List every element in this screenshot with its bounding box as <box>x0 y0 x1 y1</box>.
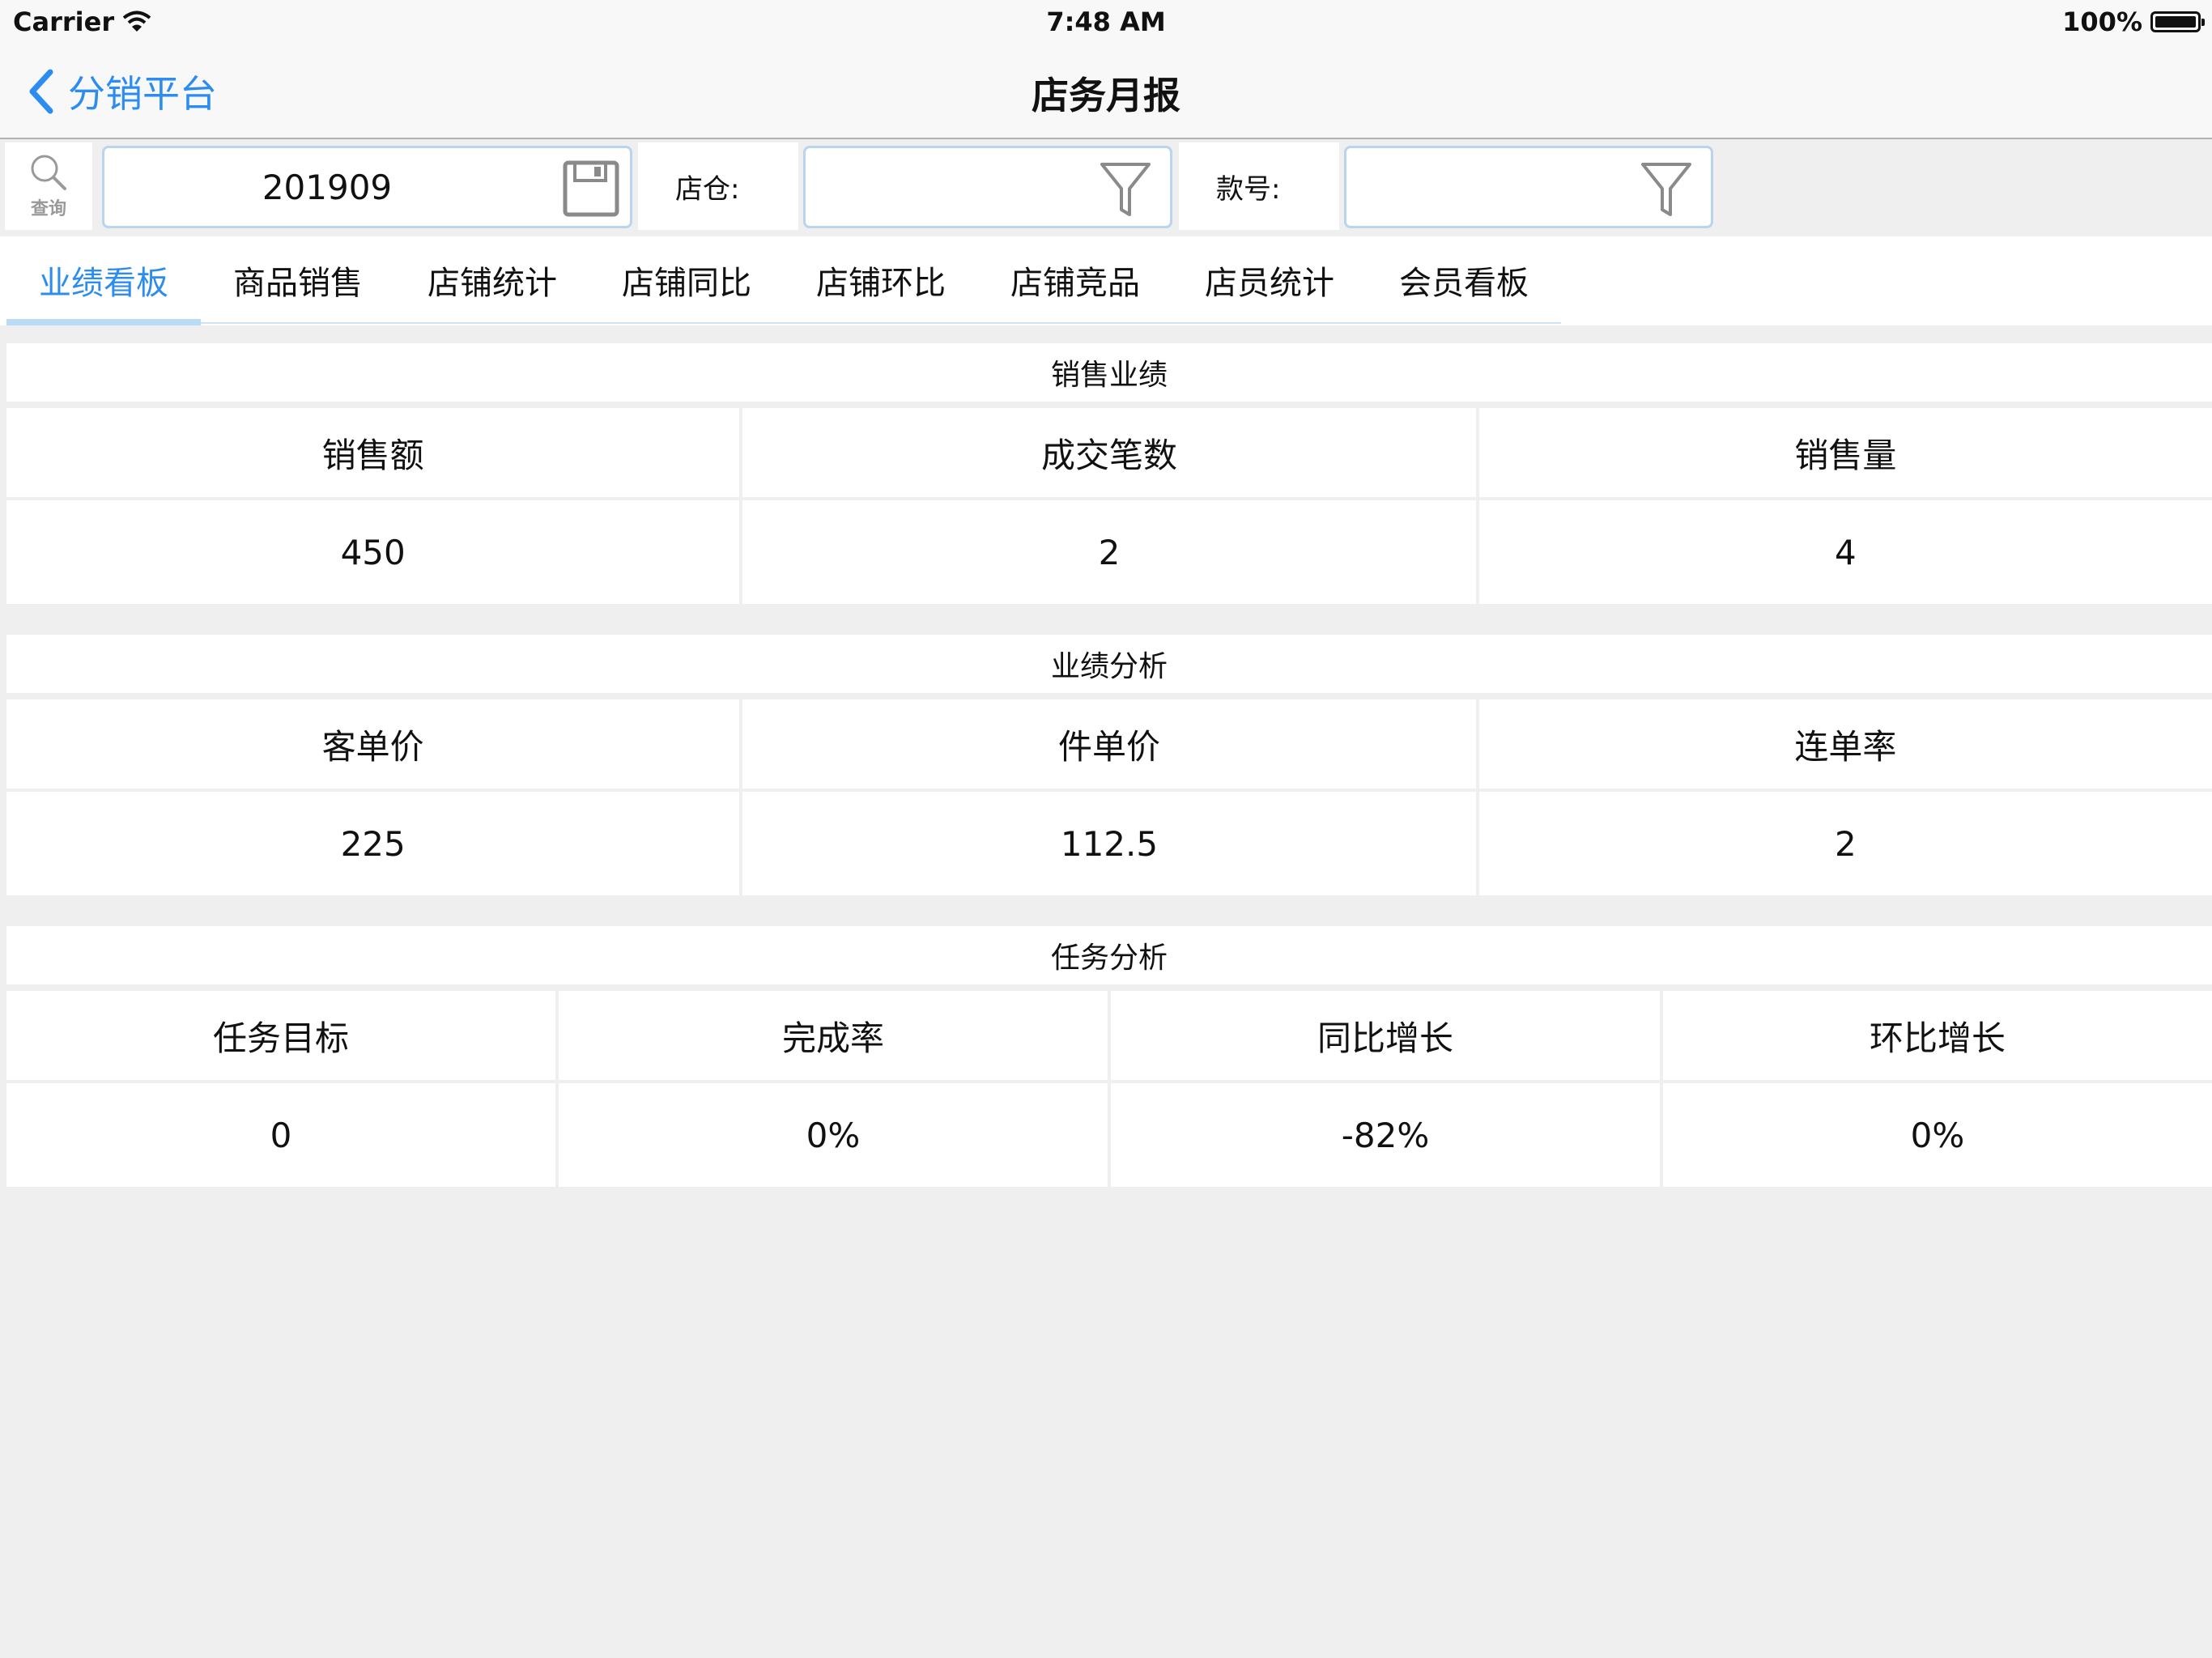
section-title: 销售业绩 <box>6 343 2212 402</box>
sales-performance-section: 销售业绩 销售额 成交笔数 销售量 450 2 4 <box>6 343 2212 610</box>
value-row: 450 2 4 <box>6 500 2212 604</box>
header-row: 任务目标 完成率 同比增长 环比增长 <box>6 991 2212 1080</box>
header-cell: 完成率 <box>559 991 1108 1080</box>
tab-performance-board[interactable]: 业绩看板 <box>6 236 201 325</box>
battery-indicator: 100% <box>2062 6 2205 37</box>
header-cell: 销售额 <box>6 408 740 497</box>
tab-store-yoy[interactable]: 店铺同比 <box>589 236 784 324</box>
tab-store-mom[interactable]: 店铺环比 <box>784 236 978 324</box>
query-button[interactable]: 查询 <box>5 142 92 230</box>
store-label: 店仓: <box>638 142 798 230</box>
status-bar: Carrier 7:48 AM 100% <box>0 0 2212 45</box>
header-cell: 任务目标 <box>6 991 555 1080</box>
tab-store-competitors[interactable]: 店铺竞品 <box>978 236 1172 324</box>
tab-store-statistics[interactable]: 店铺统计 <box>395 236 589 324</box>
value-cell: 4 <box>1478 500 2212 604</box>
header-cell: 客单价 <box>6 699 740 789</box>
value-cell: 0% <box>1663 1083 2212 1187</box>
status-time: 7:48 AM <box>1046 6 1166 37</box>
value-row: 225 112.5 2 <box>6 792 2212 895</box>
battery-percent: 100% <box>2062 6 2142 37</box>
tab-staff-statistics[interactable]: 店员统计 <box>1172 236 1367 324</box>
value-cell: 225 <box>6 792 740 895</box>
header-cell: 件单价 <box>742 699 1476 789</box>
navigation-bar: 分销平台 店务月报 <box>0 45 2212 139</box>
value-cell: 2 <box>1478 792 2212 895</box>
value-cell: 0% <box>559 1083 1108 1187</box>
value-cell: 2 <box>742 500 1476 604</box>
section-title: 任务分析 <box>6 926 2212 984</box>
date-field[interactable]: 201909 <box>102 146 632 228</box>
save-icon[interactable] <box>562 159 620 218</box>
search-icon <box>31 155 66 190</box>
task-analysis-section: 任务分析 任务目标 完成率 同比增长 环比增长 0 0% -82% 0% <box>6 926 2212 1193</box>
filter-icon[interactable] <box>1640 159 1693 218</box>
filter-icon[interactable] <box>1099 159 1152 218</box>
header-row: 客单价 件单价 连单率 <box>6 699 2212 789</box>
header-row: 销售额 成交笔数 销售量 <box>6 408 2212 497</box>
page-title: 店务月报 <box>1032 74 1180 117</box>
store-filter-input[interactable] <box>803 146 1172 228</box>
value-row: 0 0% -82% 0% <box>6 1083 2212 1187</box>
style-label: 款号: <box>1179 142 1339 230</box>
value-cell: 112.5 <box>742 792 1476 895</box>
date-value: 201909 <box>262 168 393 207</box>
header-cell: 连单率 <box>1478 699 2212 789</box>
header-cell: 环比增长 <box>1663 991 2212 1080</box>
tab-member-board[interactable]: 会员看板 <box>1367 236 1561 324</box>
battery-icon <box>2150 11 2205 32</box>
header-cell: 销售量 <box>1478 408 2212 497</box>
tab-list: 业绩看板 商品销售 店铺统计 店铺同比 店铺环比 店铺竞品 店员统计 会员看板 <box>6 236 1561 325</box>
value-cell: 450 <box>6 500 740 604</box>
value-cell: -82% <box>1111 1083 1660 1187</box>
performance-analysis-section: 业绩分析 客单价 件单价 连单率 225 112.5 2 <box>6 635 2212 902</box>
header-cell: 同比增长 <box>1111 991 1660 1080</box>
value-cell: 0 <box>6 1083 555 1187</box>
header-cell: 成交笔数 <box>742 408 1476 497</box>
filter-toolbar: 查询 201909 店仓: 款号: <box>0 141 2212 235</box>
query-label: 查询 <box>30 199 66 219</box>
style-filter-input[interactable] <box>1344 146 1713 228</box>
tab-bar: 业绩看板 商品销售 店铺统计 店铺同比 店铺环比 店铺竞品 店员统计 会员看板 <box>0 236 2212 325</box>
section-title: 业绩分析 <box>6 635 2212 693</box>
tab-product-sales[interactable]: 商品销售 <box>201 236 395 324</box>
